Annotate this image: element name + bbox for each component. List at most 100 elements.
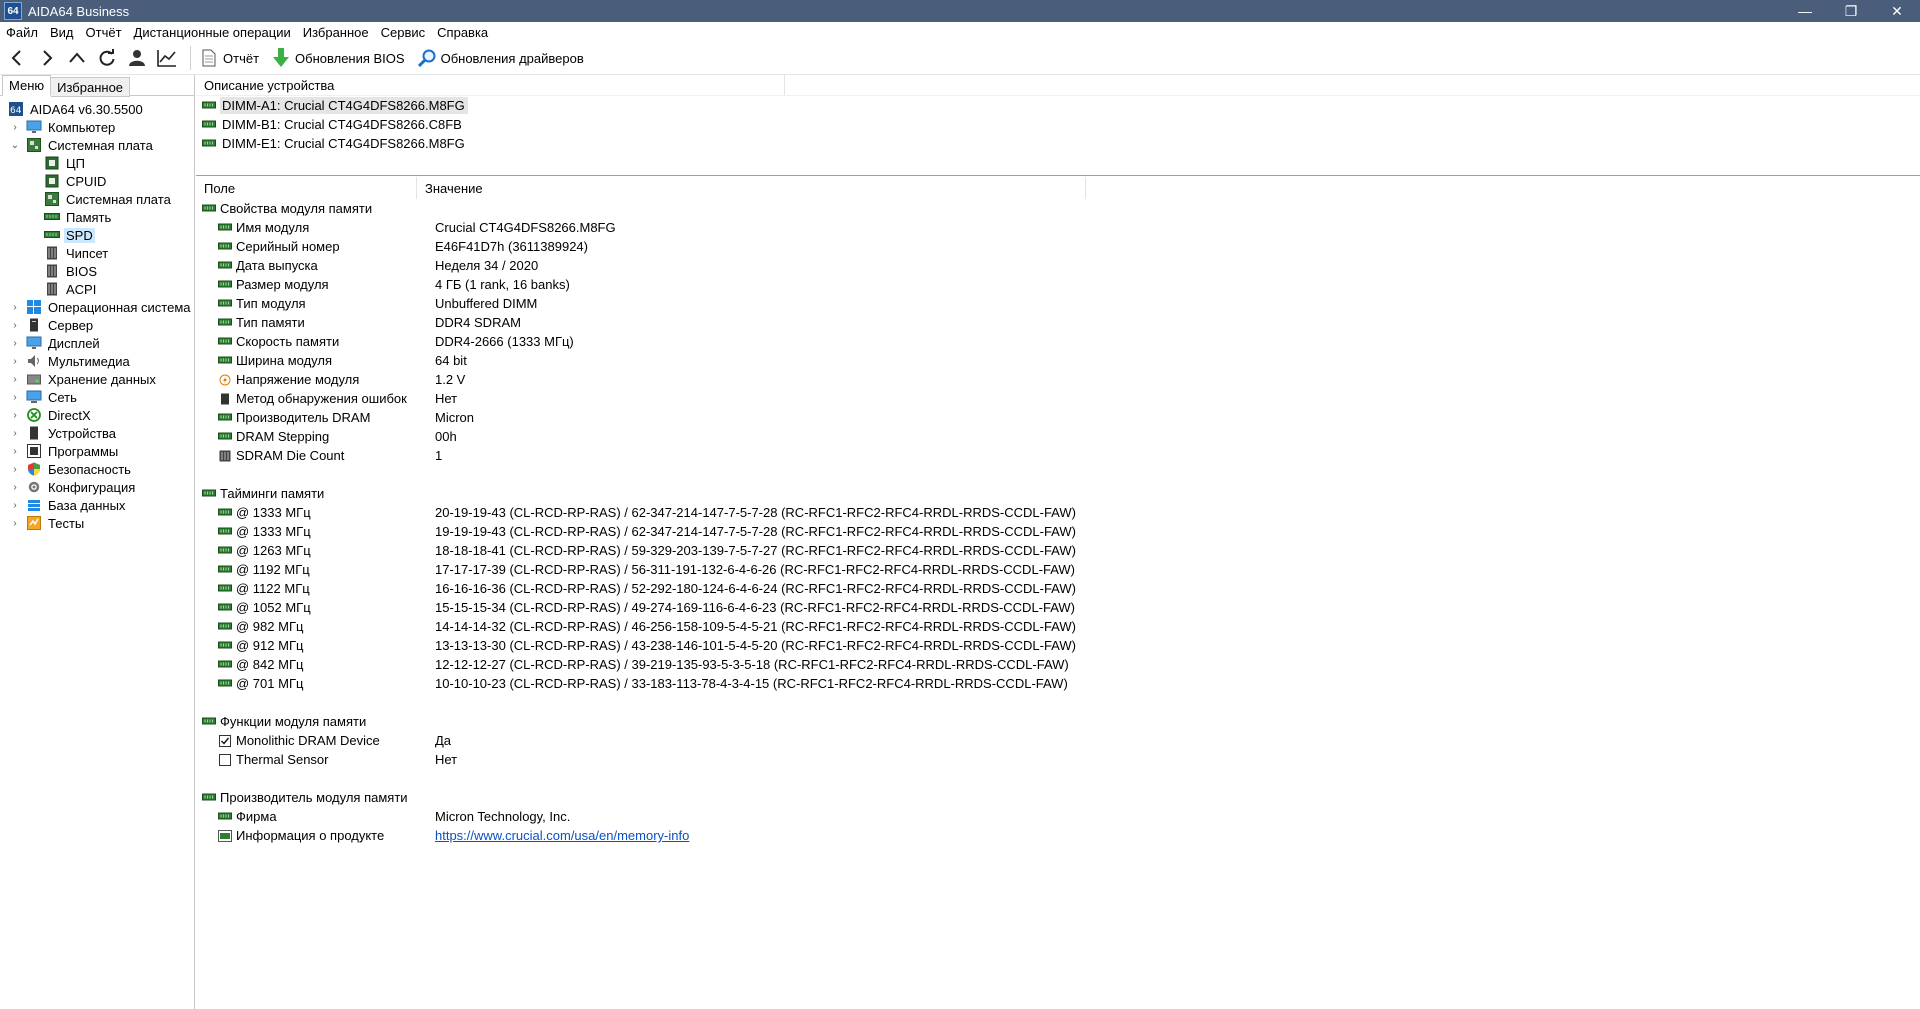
tree-item-server[interactable]: › Сервер [0,316,194,334]
detail-row[interactable]: Ширина модуля 64 bit [196,351,1920,370]
chevron-right-icon[interactable]: › [10,518,20,529]
chevron-right-icon[interactable]: › [10,320,20,331]
tree-item-motherboard[interactable]: ⌄ Системная плата [0,136,194,154]
detail-row[interactable]: Информация о продукте https://www.crucial… [196,826,1920,845]
section-header[interactable]: Функции модуля памяти [196,712,1920,731]
product-info-link[interactable]: https://www.crucial.com/usa/en/memory-in… [435,828,689,843]
detail-row[interactable]: @ 1052 МГц 15-15-15-34 (CL-RCD-RP-RAS) / … [196,598,1920,617]
detail-row[interactable]: @ 982 МГц 14-14-14-32 (CL-RCD-RP-RAS) / 4… [196,617,1920,636]
detail-row[interactable]: @ 1122 МГц 16-16-16-36 (CL-RCD-RP-RAS) / … [196,579,1920,598]
tree-item-sysboard[interactable]: Системная плата [0,190,194,208]
tree-item-storage[interactable]: › Хранение данных [0,370,194,388]
tree-item-directx[interactable]: › DirectX [0,406,194,424]
chevron-right-icon[interactable]: › [10,446,20,457]
up-icon[interactable] [64,45,90,71]
tree-item-root[interactable]: 64 AIDA64 v6.30.5500 [0,100,194,118]
section-header[interactable]: Свойства модуля памяти [196,199,1920,218]
back-icon[interactable] [4,45,30,71]
detail-row[interactable]: Дата выпуска Неделя 34 / 2020 [196,256,1920,275]
tree-item-tests[interactable]: › Тесты [0,514,194,532]
tree-item-network[interactable]: › Сеть [0,388,194,406]
chevron-right-icon[interactable]: › [10,302,20,313]
menu-favorites[interactable]: Избранное [297,25,375,40]
detail-row[interactable]: Имя модуля Crucial CT4G4DFS8266.M8FG [196,218,1920,237]
tree-item-database[interactable]: › База данных [0,496,194,514]
menu-remote[interactable]: Дистанционные операции [128,25,297,40]
detail-row[interactable]: Напряжение модуля 1.2 V [196,370,1920,389]
tree-item-chipset[interactable]: Чипсет [0,244,194,262]
menu-file[interactable]: Файл [0,25,44,40]
detail-row[interactable]: Метод обнаружения ошибок Нет [196,389,1920,408]
chevron-right-icon[interactable]: › [10,122,20,133]
detail-row[interactable]: Monolithic DRAM Device Да [196,731,1920,750]
tab-favorites[interactable]: Избранное [51,77,131,97]
user-icon[interactable] [124,45,150,71]
section-header[interactable]: Тайминги памяти [196,484,1920,503]
detail-row[interactable]: Серийный номер E46F41D7h (3611389924) [196,237,1920,256]
detail-row[interactable]: @ 912 МГц 13-13-13-30 (CL-RCD-RP-RAS) / 4… [196,636,1920,655]
menu-view[interactable]: Вид [44,25,80,40]
detail-row[interactable]: Тип памяти DDR4 SDRAM [196,313,1920,332]
detail-row[interactable]: @ 1263 МГц 18-18-18-41 (CL-RCD-RP-RAS) / … [196,541,1920,560]
tree-item-os[interactable]: › Операционная система [0,298,194,316]
minimize-button[interactable]: — [1782,0,1828,22]
chevron-down-icon[interactable]: ⌄ [10,140,20,151]
detail-row[interactable]: @ 1333 МГц 20-19-19-43 (CL-RCD-RP-RAS) / … [196,503,1920,522]
tree-item-acpi[interactable]: ACPI [0,280,194,298]
detail-row[interactable]: Скорость памяти DDR4-2666 (1333 МГц) [196,332,1920,351]
chevron-right-icon[interactable]: › [10,374,20,385]
column-device-description[interactable]: Описание устройства [196,75,785,95]
menu-report[interactable]: Отчёт [80,25,128,40]
detail-row[interactable]: @ 842 МГц 12-12-12-27 (CL-RCD-RP-RAS) / 3… [196,655,1920,674]
menu-service[interactable]: Сервис [375,25,432,40]
tree-item-bios[interactable]: BIOS [0,262,194,280]
tree-item-multimedia[interactable]: › Мультимедиа [0,352,194,370]
detail-row[interactable]: Тип модуля Unbuffered DIMM [196,294,1920,313]
chevron-right-icon[interactable]: › [10,338,20,349]
bios-update-button[interactable]: Обновления BIOS [271,48,405,68]
tree-item-cpu[interactable]: ЦП [0,154,194,172]
chevron-right-icon[interactable]: › [10,428,20,439]
tree-item-config[interactable]: › Конфигурация [0,478,194,496]
tree-item-devices[interactable]: › Устройства [0,424,194,442]
restore-button[interactable]: ❐ [1828,0,1874,22]
device-list-item[interactable]: DIMM-A1: Crucial CT4G4DFS8266.M8FG [196,96,1920,115]
forward-icon[interactable] [34,45,60,71]
ram-icon [218,621,232,633]
driver-update-button[interactable]: Обновления драйверов [417,48,584,68]
chevron-right-icon[interactable]: › [10,392,20,403]
chevron-right-icon[interactable]: › [10,482,20,493]
detail-row[interactable]: Производитель DRAM Micron [196,408,1920,427]
report-button[interactable]: Отчёт [199,48,259,68]
tree-item-cpuid[interactable]: CPUID [0,172,194,190]
chevron-right-icon[interactable]: › [10,464,20,475]
close-button[interactable]: ✕ [1874,0,1920,22]
chevron-right-icon[interactable]: › [10,500,20,511]
tree-item-display[interactable]: › Дисплей [0,334,194,352]
menu-help[interactable]: Справка [431,25,494,40]
tree-item-programs[interactable]: › Программы [0,442,194,460]
tree-item-security[interactable]: › Безопасность [0,460,194,478]
tree-item-spd[interactable]: SPD [0,226,194,244]
refresh-icon[interactable] [94,45,120,71]
tree-item-memory[interactable]: Память [0,208,194,226]
detail-row[interactable]: @ 1333 МГц 19-19-19-43 (CL-RCD-RP-RAS) / … [196,522,1920,541]
detail-row[interactable]: DRAM Stepping 00h [196,427,1920,446]
chevron-right-icon[interactable]: › [10,410,20,421]
device-list-item[interactable]: DIMM-B1: Crucial CT4G4DFS8266.C8FB [196,115,1920,134]
section-header[interactable]: Производитель модуля памяти [196,788,1920,807]
detail-row[interactable]: @ 1192 МГц 17-17-17-39 (CL-RCD-RP-RAS) / … [196,560,1920,579]
device-list-item[interactable]: DIMM-E1: Crucial CT4G4DFS8266.M8FG [196,134,1920,153]
detail-row[interactable]: Размер модуля 4 ГБ (1 rank, 16 banks) [196,275,1920,294]
tab-menu[interactable]: Меню [2,75,52,96]
column-value[interactable]: Значение [417,177,1086,199]
column-field[interactable]: Поле [196,177,417,199]
chart-icon[interactable] [154,45,180,71]
detail-row[interactable]: Фирма Micron Technology, Inc. [196,807,1920,826]
detail-row[interactable]: Thermal Sensor Нет [196,750,1920,769]
ram-icon [218,507,232,519]
detail-row[interactable]: SDRAM Die Count 1 [196,446,1920,465]
detail-row[interactable]: @ 701 МГц 10-10-10-23 (CL-RCD-RP-RAS) / 3… [196,674,1920,693]
chevron-right-icon[interactable]: › [10,356,20,367]
tree-item-computer[interactable]: › Компьютер [0,118,194,136]
